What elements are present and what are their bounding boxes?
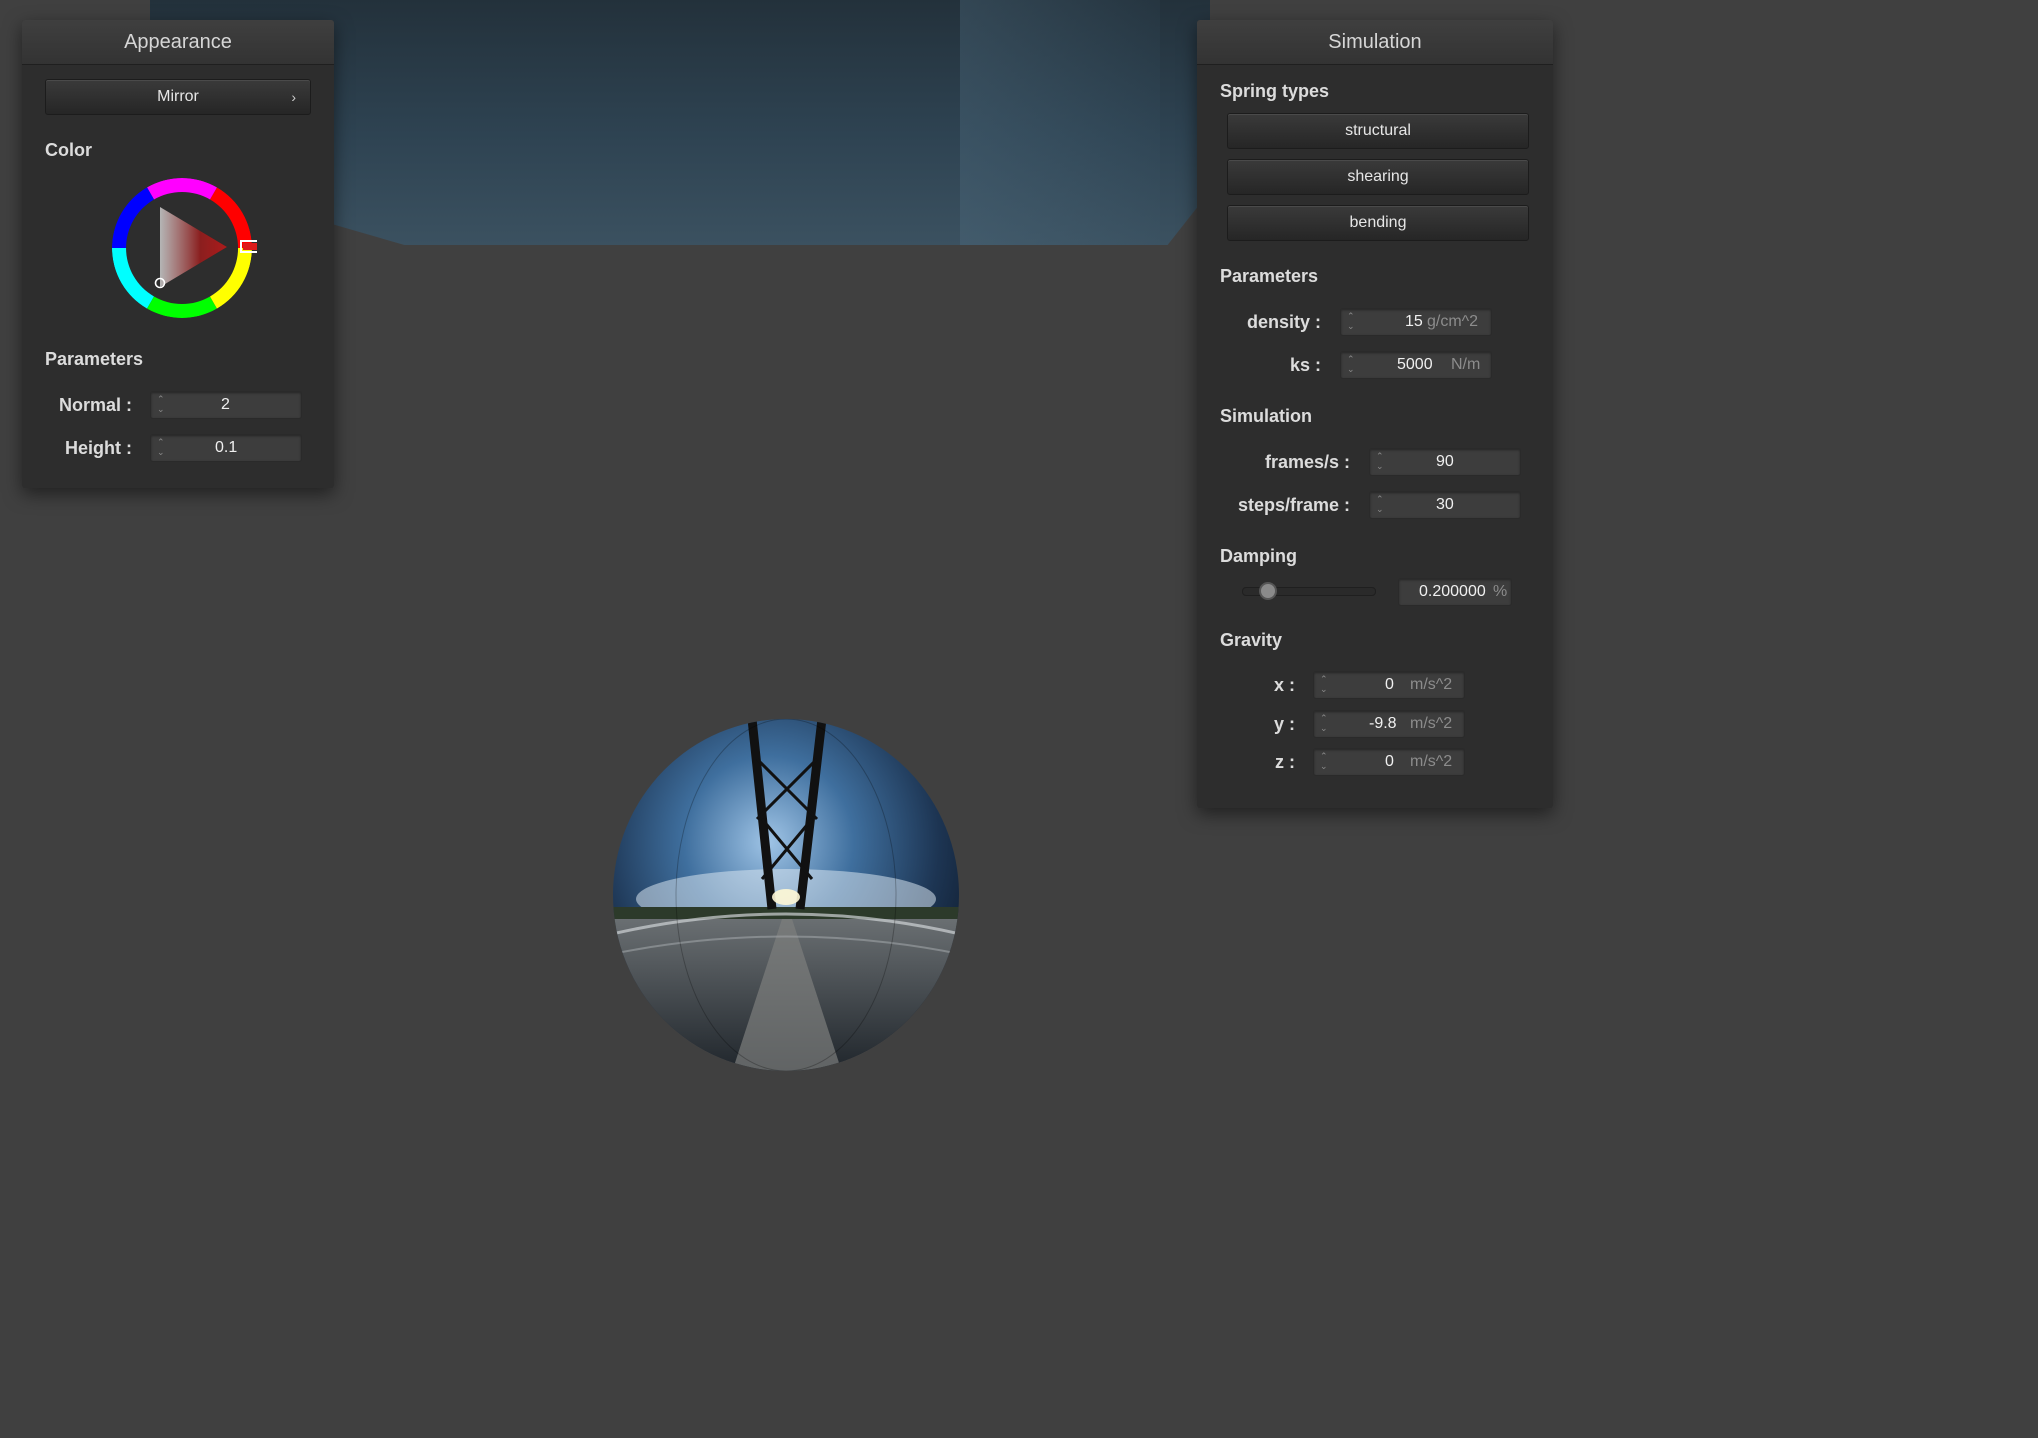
shader-select-button[interactable]: Mirror › [45,79,311,115]
normal-input[interactable]: ⌃ ⌄ 2 [150,391,302,419]
color-wheel[interactable] [107,173,257,323]
damping-unit: % [1493,583,1508,600]
density-label: density : [1246,312,1321,332]
shader-select-label: Mirror [157,88,199,105]
structural-button[interactable]: structural [1227,113,1529,149]
steps-input[interactable]: ⌃ ⌄ 30 [1369,491,1521,519]
gravity-y-value: -9.8 [1369,715,1397,732]
spring-types-label: Spring types [1220,81,1330,101]
stepper-arrows-icon[interactable]: ⌃ ⌄ [1376,494,1388,516]
gravity-x-input[interactable]: ⌃ ⌄ 0 m/s^2 [1313,671,1465,699]
appearance-panel-title: Appearance [22,20,334,65]
damping-input[interactable]: 0.200000 % [1398,578,1512,606]
stepper-arrows-icon[interactable]: ⌃ ⌄ [1347,354,1359,376]
stepper-arrows-icon[interactable]: ⌃ ⌄ [1320,751,1332,773]
ks-value: 5000 [1397,356,1433,373]
environment-backdrop-highlight [960,0,1160,245]
bending-button[interactable]: bending [1227,205,1529,241]
stepper-arrows-icon[interactable]: ⌃ ⌄ [157,394,169,416]
gravity-x-label: x : [1273,675,1295,695]
density-input[interactable]: ⌃ ⌄ 15 g/cm^2 [1340,308,1492,336]
stepper-arrows-icon[interactable]: ⌃ ⌄ [1347,311,1359,333]
frames-input[interactable]: ⌃ ⌄ 90 [1369,448,1521,476]
steps-label: steps/frame : [1237,495,1350,515]
appearance-parameters-label: Parameters [45,349,144,369]
frames-value: 90 [1436,453,1454,470]
height-input[interactable]: ⌃ ⌄ 0.1 [150,434,302,462]
stepper-arrows-icon[interactable]: ⌃ ⌄ [1320,674,1332,696]
gravity-label: Gravity [1220,630,1283,650]
gravity-y-unit: m/s^2 [1410,715,1453,732]
steps-value: 30 [1436,496,1454,513]
damping-label: Damping [1220,546,1298,566]
density-value: 15 [1405,313,1423,330]
gravity-z-value: 0 [1385,753,1394,770]
damping-value: 0.200000 [1419,583,1486,600]
gravity-z-label: z : [1275,752,1295,772]
simulation-panel-title: Simulation [1197,20,1553,65]
gravity-z-input[interactable]: ⌃ ⌄ 0 m/s^2 [1313,748,1465,776]
color-section-label: Color [45,140,92,160]
stepper-arrows-icon[interactable]: ⌃ ⌄ [1320,713,1332,735]
normal-value: 2 [221,396,230,413]
stepper-arrows-icon[interactable]: ⌃ ⌄ [157,437,169,459]
gravity-y-input[interactable]: ⌃ ⌄ -9.8 m/s^2 [1313,710,1465,738]
height-value: 0.1 [215,439,238,456]
stepper-arrows-icon[interactable]: ⌃ ⌄ [1376,451,1388,473]
appearance-panel: Appearance Mirror › Color Parameters Nor… [22,20,334,488]
gravity-x-value: 0 [1385,676,1394,693]
gravity-y-label: y : [1273,714,1295,734]
damping-slider-handle[interactable] [1259,582,1278,600]
shearing-button[interactable]: shearing [1227,159,1529,195]
chevron-right-icon: › [291,89,296,105]
simulation-panel: Simulation Spring types structural shear… [1197,20,1553,808]
simulation-section-label: Simulation [1220,406,1313,426]
height-label: Height : [65,438,132,458]
normal-label: Normal : [58,395,132,415]
ks-unit: N/m [1451,356,1481,373]
simulation-parameters-label: Parameters [1220,266,1319,286]
gravity-x-unit: m/s^2 [1410,676,1453,693]
ks-input[interactable]: ⌃ ⌄ 5000 N/m [1340,351,1492,379]
mirror-sphere[interactable] [612,719,960,1072]
frames-label: frames/s : [1264,452,1350,472]
gravity-z-unit: m/s^2 [1410,753,1453,770]
density-unit: g/cm^2 [1427,313,1479,330]
ks-label: ks : [1289,355,1321,375]
